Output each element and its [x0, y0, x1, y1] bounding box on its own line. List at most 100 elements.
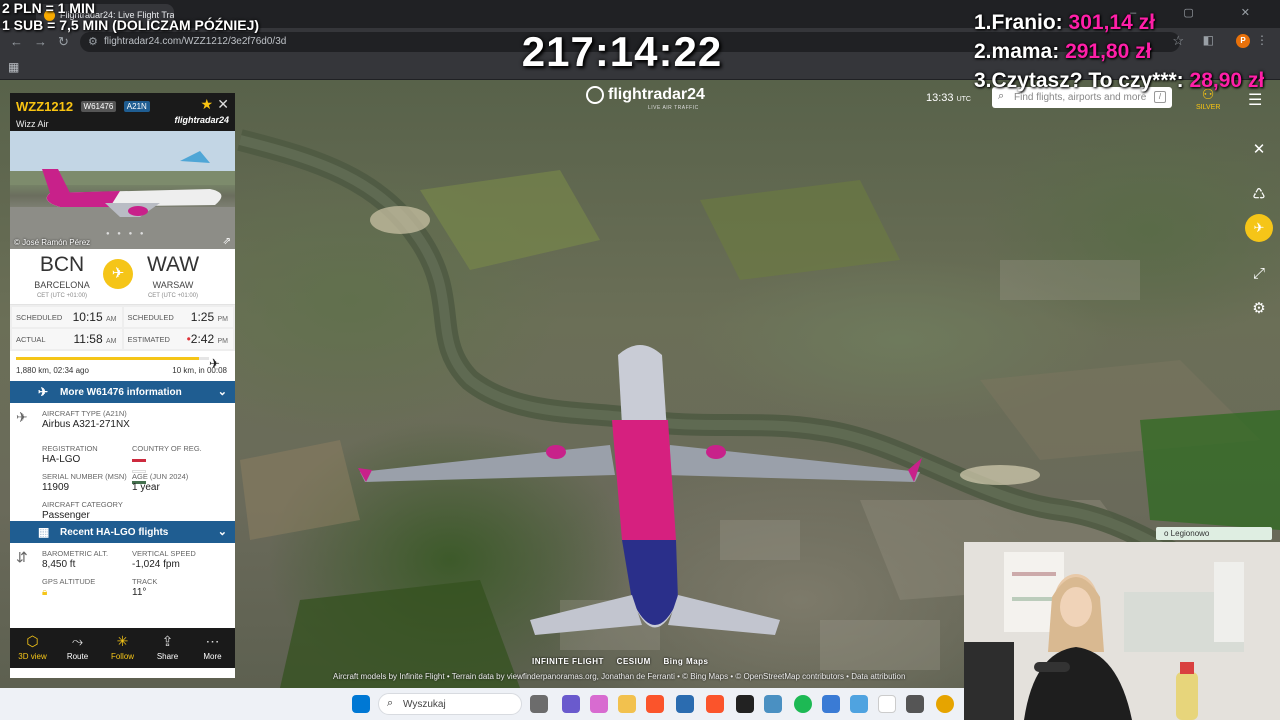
share-icon: ⇪ — [161, 633, 174, 649]
origin-code[interactable]: BCN — [12, 253, 112, 277]
dep-scheduled-time: 10:15 — [72, 310, 103, 324]
notepad-icon[interactable] — [850, 695, 868, 713]
subathon-timer: 217:14:22 — [521, 28, 723, 75]
dep-actual-time: 11:58 — [73, 332, 103, 346]
arr-estimated-label: ESTIMATED — [127, 335, 170, 344]
more-label: More — [203, 652, 222, 661]
altitude-icon: ⇵ — [16, 549, 28, 565]
recent-flights-label: Recent HA-LGO flights — [60, 527, 169, 538]
copilot-icon[interactable] — [590, 695, 608, 713]
settings-gear-icon[interactable]: ⚙ — [1244, 299, 1274, 317]
3d-view-button[interactable]: ⬡ 3D view — [10, 628, 55, 668]
fullscreen-icon[interactable]: ⤢ — [1244, 265, 1274, 282]
aircraft-view-icon[interactable]: ✈ — [1245, 214, 1273, 242]
panel-header: WZZ1212 W61476 A21N Wizz Air ★ ✕ flightr… — [10, 93, 235, 131]
destination-timezone: CET (UTC +01:00) — [147, 293, 199, 299]
registration-label: REGISTRATION — [42, 444, 98, 453]
fr24-logo-subtitle: LIVE AIR TRAFFIC — [648, 105, 699, 111]
spotify-icon[interactable] — [794, 695, 812, 713]
flight-progress: ✈ 1,880 km, 02:34 ago 10 km, in 00:08 — [10, 351, 235, 381]
flight-number-badge: W61476 — [80, 101, 117, 112]
dep-actual-label: ACTUAL — [16, 335, 46, 344]
camera-mode-icon[interactable]: ♺ — [1244, 185, 1274, 203]
map-attribution[interactable]: Aircraft models by Infinite Flight • Ter… — [333, 672, 905, 681]
more-button[interactable]: ⋯ More — [190, 628, 235, 668]
close-panel-icon[interactable]: ✕ — [217, 96, 229, 113]
progress-fill — [16, 357, 200, 360]
aircraft-icon: ✈ — [16, 409, 28, 425]
arr-scheduled-time: 1:25 — [190, 310, 215, 324]
leaderboard-row: 1.Franio: 301,14 zł — [974, 8, 1264, 37]
app-icon[interactable] — [822, 695, 840, 713]
brave-icon[interactable] — [646, 695, 664, 713]
open-external-icon[interactable]: ⇗ — [223, 236, 231, 247]
taskbar-search-input[interactable]: ⌕ Wyszukaj — [378, 693, 522, 715]
leaderboard-row: 3.Czytasz? To czy***: 28,90 zł — [974, 66, 1264, 95]
destination-city: WARSAW — [152, 280, 194, 290]
recent-flights-section[interactable]: ▦ Recent HA-LGO flights ⌄ — [10, 521, 235, 543]
destination-code[interactable]: WAW — [123, 253, 223, 277]
cube-icon: ⬡ — [26, 633, 39, 649]
discord-icon[interactable] — [562, 695, 580, 713]
aircraft-photo[interactable]: ● ● ● ● © José Ramón Pérez ⇗ — [10, 131, 235, 249]
task-view-icon[interactable] — [530, 695, 548, 713]
route-button[interactable]: ⤳ Route — [55, 628, 100, 668]
registration-value[interactable]: HA-LGO — [42, 454, 98, 465]
store-icon[interactable] — [676, 695, 694, 713]
favorite-star-icon[interactable]: ★ — [200, 96, 213, 113]
utc-clock: 13:33 UTC — [926, 92, 971, 104]
capture-app-icon[interactable] — [906, 695, 924, 713]
bing-maps-logo: Bing Maps — [663, 657, 709, 666]
route-label: Route — [66, 652, 89, 661]
progress-remaining: 10 km, in 00:08 — [172, 366, 227, 375]
3d-view-label: 3D view — [18, 652, 47, 661]
more-dots-icon: ⋯ — [205, 633, 220, 649]
rate-line-2: 1 SUB = 7,5 MIN (DOLICZAM PÓŹNIEJ) — [2, 17, 260, 33]
leaderboard-amount: 291,80 zł — [1065, 40, 1152, 63]
brave-browser-icon[interactable] — [706, 695, 724, 713]
chevron-down-icon: ⌄ — [217, 386, 227, 398]
origin-city: BARCELONA — [34, 280, 90, 290]
dep-actual-ampm: AM — [106, 338, 117, 345]
forward-icon[interactable]: → — [34, 34, 47, 49]
photo-carousel-dots[interactable]: ● ● ● ● — [106, 231, 147, 237]
back-icon[interactable]: ← — [10, 34, 23, 49]
arr-scheduled-ampm: PM — [217, 316, 229, 323]
close-view-icon[interactable]: ✕ — [1244, 140, 1274, 158]
serial-value: 11909 — [42, 482, 70, 493]
leaderboard-name: mama: — [991, 40, 1060, 63]
share-button[interactable]: ⇪ Share — [145, 628, 190, 668]
route-icon: ⤳ — [71, 633, 84, 649]
leaderboard-row: 2.mama: 291,80 zł — [974, 37, 1264, 66]
aircraft-type-label: AIRCRAFT TYPE (A21N) — [42, 409, 127, 418]
pinned-app-icon[interactable] — [878, 695, 896, 713]
aircraft-type-badge: A21N — [123, 101, 150, 112]
panel-footer-toolbar: ⬡ 3D view ⤳ Route ✳ Follow ⇪ Share ⋯ More — [10, 628, 235, 668]
fr24-logo[interactable]: flightradar24 LIVE AIR TRAFFIC — [586, 86, 705, 111]
more-info-section[interactable]: ✈ More W61476 information ⌄ — [10, 381, 235, 403]
photos-icon[interactable] — [764, 695, 782, 713]
leaderboard-name: Czytasz? To czy***: — [991, 69, 1184, 92]
apps-grid-icon[interactable]: ▦ — [8, 60, 19, 74]
windows-start-icon[interactable] — [352, 695, 370, 713]
reload-icon[interactable]: ↻ — [58, 34, 69, 50]
utc-time: 13:33 — [926, 92, 954, 104]
cesium-logo: CESIUM — [616, 657, 651, 666]
aircraft-details: ✈ AIRCRAFT TYPE (A21N) Airbus A321-271NX… — [10, 403, 235, 521]
departure-actual: ACTUAL 11:58 AM — [12, 329, 122, 349]
site-info-icon[interactable]: ⚙ — [88, 35, 98, 48]
follow-button[interactable]: ✳ Follow — [100, 628, 145, 668]
obs-icon[interactable] — [736, 695, 754, 713]
more-info-label: More W61476 information — [60, 387, 182, 398]
age-value: 1 year — [132, 482, 160, 493]
lock-icon: 🔒︎ — [42, 587, 48, 598]
file-explorer-icon[interactable] — [618, 695, 636, 713]
arr-scheduled-label: SCHEDULED — [127, 313, 174, 322]
vspeed-label: VERTICAL SPEED — [132, 549, 196, 558]
follow-icon: ✳ — [116, 633, 129, 649]
aircraft-type-value: Airbus A321-271NX — [42, 419, 130, 430]
leaderboard-rank: 2. — [974, 40, 992, 63]
gps-alt-label: GPS ALTITUDE — [42, 577, 96, 586]
departure-scheduled: SCHEDULED 10:15 AM — [12, 307, 122, 327]
chrome-icon[interactable] — [936, 695, 954, 713]
